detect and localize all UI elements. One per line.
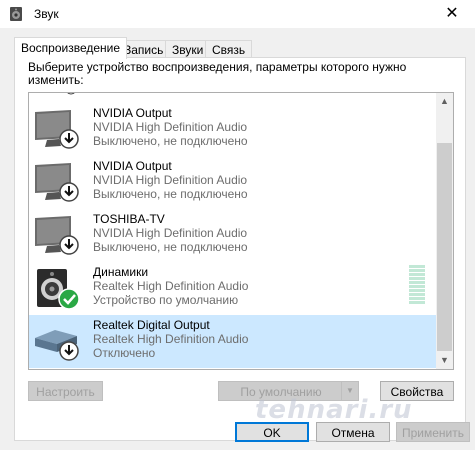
monitor-icon — [35, 163, 79, 202]
ok-button[interactable]: OK — [235, 422, 309, 442]
device-name: Динамики — [93, 265, 149, 279]
scroll-thumb[interactable] — [437, 143, 452, 351]
cancel-button[interactable]: Отмена — [316, 422, 390, 442]
device-driver: Realtek High Definition Audio — [93, 279, 249, 293]
device-status: Устройство по умолчанию — [93, 293, 239, 307]
tab-playback[interactable]: Воспроизведение — [14, 37, 128, 59]
device-status: Выключено, не подключено — [93, 187, 248, 201]
device-driver: Realtek High Definition Audio — [93, 332, 249, 346]
window-title: Звук — [34, 7, 59, 21]
close-icon: ✕ — [445, 5, 459, 22]
device-list[interactable]: NVIDIA Output NVIDIA High Definition Aud… — [28, 92, 454, 370]
device-status: Отключено — [93, 346, 156, 360]
digital-output-icon — [35, 330, 79, 361]
title-bar: Звук ✕ — [0, 0, 475, 28]
monitor-icon — [35, 216, 79, 255]
device-name: NVIDIA Output — [93, 106, 172, 120]
close-button[interactable]: ✕ — [429, 0, 475, 28]
device-row-selected[interactable]: Realtek Digital Output Realtek High Defi… — [29, 315, 436, 368]
apply-button[interactable]: Применить — [396, 422, 470, 442]
device-row[interactable]: NVIDIA Output NVIDIA High Definition Aud… — [29, 156, 436, 209]
device-driver: NVIDIA High Definition Audio — [93, 226, 248, 240]
device-name: NVIDIA Output — [93, 159, 172, 173]
scroll-down-icon[interactable]: ▼ — [436, 352, 453, 369]
speaker-icon — [37, 269, 80, 310]
device-status: Выключено, не подключено — [93, 240, 248, 254]
device-status: Выключено, не подключено — [93, 134, 248, 148]
device-row[interactable]: TOSHIBA-TV NVIDIA High Definition Audio … — [29, 209, 436, 262]
scroll-up-icon[interactable]: ▲ — [436, 93, 453, 110]
instruction-text: Выберите устройство воспроизведения, пар… — [28, 60, 407, 87]
device-driver: NVIDIA High Definition Audio — [93, 173, 248, 187]
monitor-icon — [35, 110, 79, 149]
device-row[interactable]: NVIDIA Output NVIDIA High Definition Aud… — [29, 103, 436, 156]
watermark: tehnari.ru — [255, 395, 413, 425]
volume-level-meter — [409, 265, 425, 309]
device-row[interactable]: Динамики Realtek High Definition Audio У… — [29, 262, 436, 315]
list-scrollbar[interactable]: ▲ ▼ — [436, 93, 453, 369]
device-name: Realtek Digital Output — [93, 318, 210, 332]
device-driver: NVIDIA High Definition Audio — [93, 120, 248, 134]
configure-button[interactable]: Настроить — [28, 381, 103, 401]
device-name: TOSHIBA-TV — [93, 212, 165, 226]
monitor-icon — [67, 93, 75, 95]
speaker-icon — [10, 7, 22, 21]
